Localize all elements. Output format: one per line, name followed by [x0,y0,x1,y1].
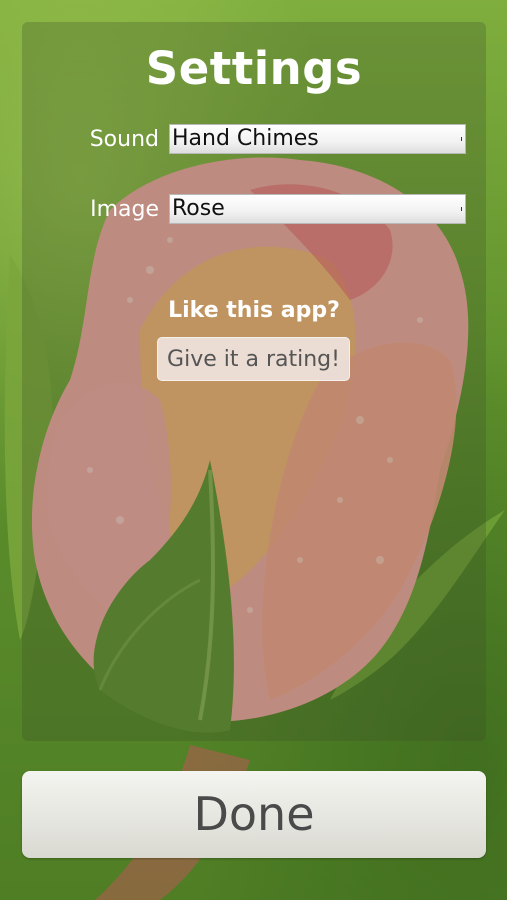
settings-title: Settings [145,42,363,95]
image-label: Image [90,197,159,222]
sound-label: Sound [89,127,159,152]
settings-panel: Settings Sound Hand Chimes Image Rose Li… [22,22,486,741]
done-button[interactable]: Done [22,771,486,858]
dropdown-arrow-icon [460,136,463,142]
rating-prompt: Like this app? [168,298,340,323]
image-select-value: Rose [172,196,225,221]
image-setting-row: Image Rose [22,194,486,226]
sound-select-value: Hand Chimes [172,126,319,151]
image-select[interactable]: Rose [169,194,466,224]
sound-setting-row: Sound Hand Chimes [22,124,486,156]
sound-select[interactable]: Hand Chimes [169,124,466,154]
rate-app-button[interactable]: Give it a rating! [157,337,350,381]
dropdown-arrow-icon [460,206,463,212]
